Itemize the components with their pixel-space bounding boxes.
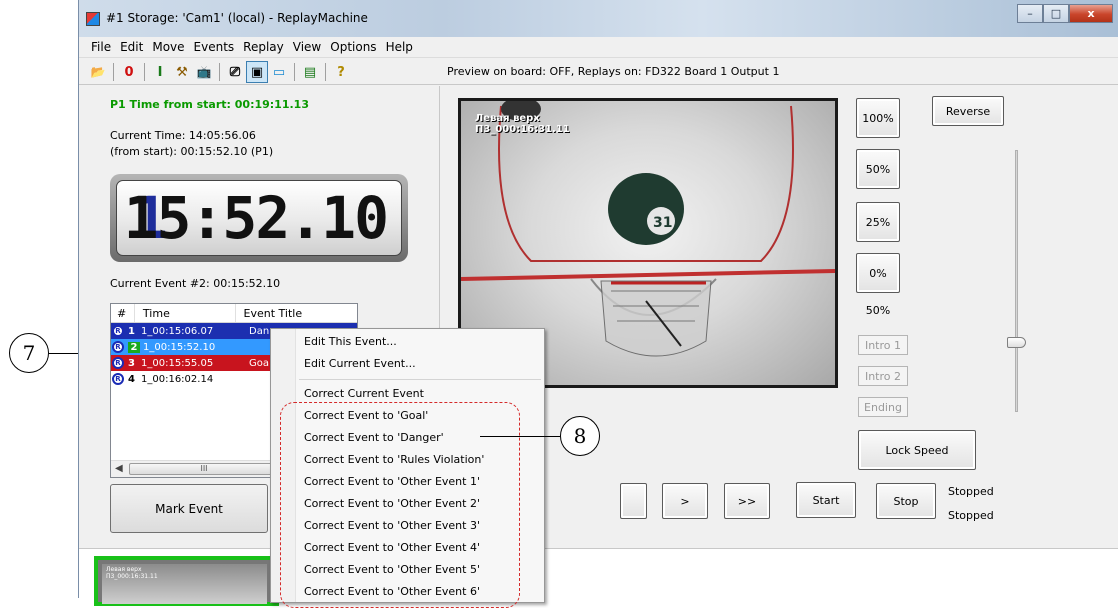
callout-8: 8 <box>560 416 600 456</box>
event-time: 1_00:15:06.07 <box>141 325 214 337</box>
event-time: 1_00:16:02.14 <box>141 373 214 385</box>
monitor-icon[interactable]: ▣ <box>246 61 268 83</box>
lock-speed-button[interactable]: Lock Speed <box>858 430 976 470</box>
event-title: Dan <box>249 325 270 337</box>
status-text-1: Stopped <box>948 485 994 498</box>
marker-i-icon[interactable]: I <box>149 61 171 83</box>
current-speed-label: 50% <box>865 304 891 317</box>
menu-edit-current-event[interactable]: Edit Current Event... <box>304 355 416 373</box>
callout-8-label: 8 <box>573 424 587 448</box>
column-time[interactable]: Time <box>135 304 236 322</box>
menu-options[interactable]: Options <box>330 40 376 54</box>
tv-icon[interactable]: 📺 <box>193 61 215 83</box>
minimize-button[interactable]: – <box>1017 4 1043 23</box>
forward-button[interactable]: > <box>662 483 708 519</box>
callout-7-label: 7 <box>22 341 36 365</box>
step-back-button[interactable] <box>620 483 647 519</box>
fast-forward-button[interactable]: >> <box>724 483 770 519</box>
overlay-camera: Левая верх <box>475 113 540 124</box>
reverse-button[interactable]: Reverse <box>932 96 1004 126</box>
open-folder-icon[interactable]: 📂 <box>87 61 109 83</box>
stop-button[interactable]: Stop <box>876 483 936 519</box>
speed-slider-track[interactable] <box>1015 150 1018 412</box>
help-icon[interactable]: ? <box>330 61 352 83</box>
start-button[interactable]: Start <box>796 482 856 518</box>
thumbnail-strip: Левая верх П3_000:16:31.11 <box>79 548 1118 606</box>
intro-2-button[interactable]: Intro 2 <box>858 366 908 386</box>
menu-correct-current-event[interactable]: Correct Current Event <box>304 385 424 403</box>
toolbar-separator <box>219 63 220 81</box>
toolbar: 📂 0 I ⚒ 📺 ⎚ ▣ ▭ ▤ ? Preview on board: OF… <box>79 57 1118 85</box>
menu-edit-this-event[interactable]: Edit This Event... <box>304 333 397 351</box>
app-icon <box>86 12 100 26</box>
current-event-label: Current Event #2: 00:15:52.10 <box>110 277 281 290</box>
svg-text:31: 31 <box>653 215 672 231</box>
lcd-timecode-display: 1 15:52.10 <box>110 174 408 262</box>
menu-move[interactable]: Move <box>152 40 184 54</box>
title-bar[interactable]: #1 Storage: 'Cam1' (local) - ReplayMachi… <box>79 0 1118 37</box>
status-text-2: Stopped <box>948 509 994 522</box>
column-event-title[interactable]: Event Title <box>236 304 357 322</box>
registered-icon: R <box>112 357 124 369</box>
speed-0-button[interactable]: 0% <box>856 253 900 293</box>
event-time: 1_00:15:55.05 <box>141 357 214 369</box>
p1-time-from-start: P1 Time from start: 00:19:11.13 <box>110 98 309 111</box>
thumbnail-line-2: П3_000:16:31.11 <box>106 573 158 580</box>
event-time: 1_00:15:52.10 <box>143 341 216 353</box>
annotation-dashed-box <box>280 402 520 608</box>
ending-button[interactable]: Ending <box>858 397 908 417</box>
window-controls: – □ x <box>1017 4 1113 24</box>
screen-icon[interactable]: ▭ <box>268 61 290 83</box>
scroll-left-icon[interactable]: ◀ <box>115 463 123 474</box>
scroll-thumb[interactable]: III <box>129 463 279 475</box>
registered-icon: R <box>112 341 124 353</box>
export-icon[interactable]: ▤ <box>299 61 321 83</box>
current-time: Current Time: 14:05:56.06 <box>110 129 256 142</box>
menu-edit[interactable]: Edit <box>120 40 143 54</box>
callout-7: 7 <box>9 333 49 373</box>
event-num: 2 <box>128 341 140 353</box>
menu-bar: File Edit Move Events Replay View Option… <box>79 37 1118 57</box>
registered-icon: R <box>112 373 124 385</box>
menu-help[interactable]: Help <box>386 40 413 54</box>
video-overlay-text: Левая верх П3_000:16:31.11 <box>475 113 570 135</box>
app-window: #1 Storage: 'Cam1' (local) - ReplayMachi… <box>78 0 1118 606</box>
speed-25-button[interactable]: 25% <box>856 202 900 242</box>
thumbnail-line-1: Левая верх <box>106 566 142 573</box>
event-num: 4 <box>128 373 135 385</box>
thumbnail-caption: Левая верх П3_000:16:31.11 <box>106 566 158 580</box>
toolbar-separator <box>325 63 326 81</box>
registered-icon: R <box>112 325 124 337</box>
intro-1-button[interactable]: Intro 1 <box>858 335 908 355</box>
menu-replay[interactable]: Replay <box>243 40 284 54</box>
output-icon[interactable]: ⎚ <box>224 61 246 83</box>
speed-50-button[interactable]: 50% <box>856 149 900 189</box>
toolbar-separator <box>113 63 114 81</box>
speed-slider-thumb[interactable] <box>1007 337 1026 348</box>
menu-separator <box>299 379 541 380</box>
speed-100-button[interactable]: 100% <box>856 98 900 138</box>
window-title: #1 Storage: 'Cam1' (local) - ReplayMachi… <box>106 11 368 25</box>
overlay-timecode: П3_000:16:31.11 <box>475 124 570 135</box>
event-list-header: # Time Event Title <box>111 304 357 323</box>
event-title: Goa <box>249 357 269 369</box>
mark-event-button[interactable]: Mark Event <box>110 484 268 533</box>
callout-8-line <box>480 436 560 437</box>
column-num[interactable]: # <box>111 304 135 322</box>
event-num: 3 <box>128 357 135 369</box>
menu-file[interactable]: File <box>91 40 111 54</box>
from-start-time: (from start): 00:15:52.10 (P1) <box>110 145 274 158</box>
tools-icon[interactable]: ⚒ <box>171 61 193 83</box>
close-button[interactable]: x <box>1069 4 1113 23</box>
lcd-time: 15:52.10 <box>123 184 389 252</box>
preview-status: Preview on board: OFF, Replays on: FD322… <box>447 65 780 78</box>
thumbnail-selected[interactable]: Левая верх П3_000:16:31.11 <box>94 556 279 606</box>
event-num: 1 <box>128 325 135 337</box>
zero-icon[interactable]: 0 <box>118 61 140 83</box>
maximize-button[interactable]: □ <box>1043 4 1069 23</box>
toolbar-separator <box>144 63 145 81</box>
toolbar-separator <box>294 63 295 81</box>
menu-view[interactable]: View <box>293 40 321 54</box>
menu-events[interactable]: Events <box>194 40 235 54</box>
